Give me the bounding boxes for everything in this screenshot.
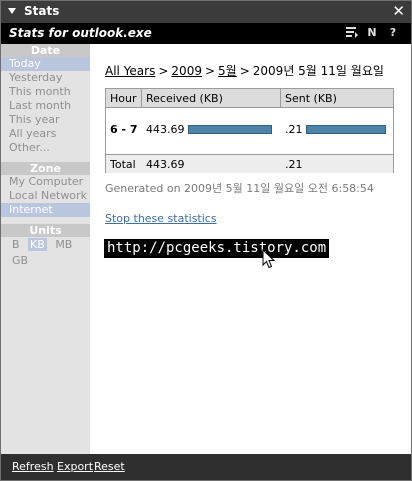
- list-icon[interactable]: [345, 26, 359, 41]
- breadcrumb-separator: >: [239, 64, 250, 78]
- footer-bar: Refresh Export Reset: [1, 454, 411, 480]
- total-label: Total: [110, 158, 136, 171]
- total-sent: .21: [285, 158, 303, 171]
- column-header-hour[interactable]: Hour: [110, 92, 137, 105]
- units-section-header: Units: [1, 224, 90, 237]
- breadcrumb-year[interactable]: 2009: [171, 64, 202, 78]
- help-icon[interactable]: ?: [386, 26, 400, 39]
- sidebar-item-local-network[interactable]: Local Network: [1, 189, 90, 203]
- collapse-triangle-icon[interactable]: [8, 8, 16, 14]
- table-total-row: Total 443.69 .21: [106, 154, 393, 173]
- sidebar-item-internet[interactable]: Internet: [1, 203, 90, 217]
- breadcrumb-separator: >: [204, 64, 216, 78]
- stop-statistics-link[interactable]: Stop these statistics: [105, 212, 217, 225]
- row-hour: 6 - 7: [110, 123, 138, 136]
- unit-kb[interactable]: KB: [28, 238, 47, 251]
- watermark-text: http://pcgeeks.tistory.com: [104, 239, 330, 258]
- window-title: Stats: [24, 4, 60, 18]
- row-sent-value: .21: [285, 123, 303, 136]
- sent-bar: [306, 125, 386, 134]
- received-bar: [188, 125, 272, 134]
- title-bar[interactable]: Stats ✕: [1, 1, 411, 23]
- zone-section-header: Zone: [1, 162, 90, 175]
- sidebar-item-today[interactable]: Today: [1, 57, 90, 71]
- export-link[interactable]: Export: [57, 460, 93, 473]
- sidebar-item-yesterday[interactable]: Yesterday: [1, 71, 90, 85]
- sidebar-item-other[interactable]: Other...: [1, 141, 90, 155]
- row-received-value: 443.69: [146, 123, 185, 136]
- table-header-row: Hour Received (KB) Sent (KB): [106, 89, 393, 108]
- refresh-link[interactable]: Refresh: [12, 460, 54, 473]
- close-icon[interactable]: ✕: [392, 2, 405, 20]
- breadcrumb-current: 2009년 5월 11일 월요일: [252, 64, 384, 78]
- stats-subheader: Stats for outlook.exe N ?: [1, 23, 411, 44]
- sidebar-item-this-year[interactable]: This year: [1, 113, 90, 127]
- n-icon[interactable]: N: [365, 26, 379, 39]
- unit-gb[interactable]: GB: [12, 254, 28, 267]
- main-panel: All Years >2009 >5월 >2009년 5월 11일 월요일 Hour …: [90, 44, 411, 454]
- stats-window: Stats ✕ Stats for outlook.exe N ? Date T…: [0, 0, 412, 481]
- breadcrumb-all-years[interactable]: All Years: [105, 64, 155, 78]
- mouse-cursor-icon: [262, 249, 276, 269]
- column-header-received[interactable]: Received (KB): [146, 92, 223, 105]
- units-selector: B KB MB GB: [1, 237, 90, 267]
- date-section-header: Date: [1, 44, 90, 57]
- breadcrumb-separator: >: [158, 64, 169, 78]
- reset-link[interactable]: Reset: [94, 460, 125, 473]
- breadcrumb: All Years >2009 >5월 >2009년 5월 11일 월요일: [105, 62, 384, 79]
- breadcrumb-month[interactable]: 5월: [218, 64, 237, 78]
- column-divider: [141, 89, 142, 108]
- stats-subtitle: Stats for outlook.exe: [9, 26, 152, 40]
- sidebar: Date Today Yesterday This month Last mon…: [1, 44, 90, 454]
- sidebar-item-all-years[interactable]: All years: [1, 127, 90, 141]
- generated-timestamp: Generated on 2009년 5월 11일 월요일 오전 6:58:54: [105, 182, 374, 195]
- column-divider: [280, 89, 281, 108]
- stats-table: Hour Received (KB) Sent (KB) 6 - 7 443.6…: [105, 88, 394, 173]
- column-header-sent[interactable]: Sent (KB): [285, 92, 337, 105]
- unit-b[interactable]: B: [12, 238, 20, 251]
- sidebar-item-my-computer[interactable]: My Computer: [1, 175, 90, 189]
- sidebar-item-last-month[interactable]: Last month: [1, 99, 90, 113]
- total-received: 443.69: [146, 158, 185, 171]
- sidebar-item-this-month[interactable]: This month: [1, 85, 90, 99]
- unit-mb[interactable]: MB: [55, 238, 72, 251]
